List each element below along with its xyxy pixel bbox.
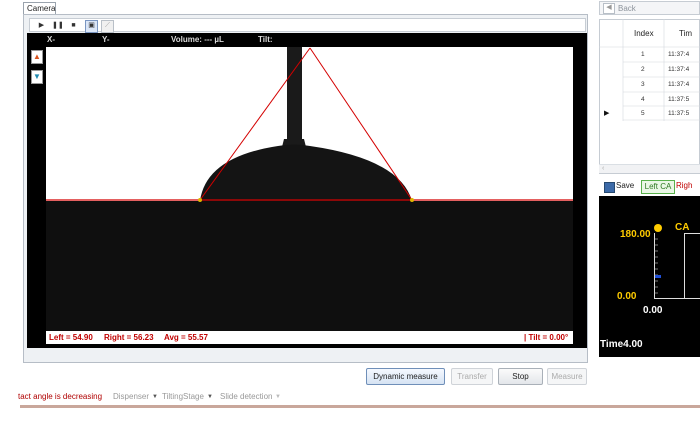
bottom-status-strip: tact angle is decreasing Dispenser ▼ Til… — [0, 388, 700, 406]
table-cell-time: 11:37:4 — [668, 51, 690, 58]
right-ca-toggle[interactable]: Righ — [676, 178, 692, 194]
gauge-title: CA — [675, 222, 690, 233]
stop-icon[interactable]: ■ — [68, 20, 79, 31]
gauge-x-zero-label: 0.00 — [643, 305, 663, 316]
horizontal-scrollbar[interactable]: ‹ — [599, 164, 700, 173]
table-cell-time: 11:37:4 — [668, 66, 690, 73]
table-cell-time: 11:37:5 — [668, 96, 690, 103]
stop-button[interactable]: Stop — [498, 368, 543, 385]
measure-button[interactable]: Measure — [547, 368, 587, 385]
current-row-indicator: ▶ — [604, 110, 610, 117]
dispenser-menu[interactable]: Dispenser — [113, 388, 149, 406]
column-header-index[interactable]: Index — [634, 29, 654, 38]
transfer-button[interactable]: Transfer — [451, 368, 493, 385]
measurement-status-bar: Left = 54.90 Right = 56.23 Avg = 55.57 |… — [46, 331, 573, 344]
tilt-readout: Tilt: — [258, 35, 273, 44]
left-contact-point[interactable] — [198, 198, 202, 202]
avg-angle-value: Avg = 55.57 — [164, 333, 208, 342]
status-message: tact angle is decreasing — [18, 392, 103, 401]
bottom-divider — [20, 405, 700, 408]
gauge-ticks — [654, 238, 661, 294]
arrow-down-icon[interactable]: ▼ — [31, 70, 43, 84]
table-cell-index: 2 — [641, 66, 645, 73]
volume-readout: Volume: --- µL — [171, 35, 224, 44]
play-icon[interactable]: ▶ — [36, 20, 47, 31]
tab-camera[interactable]: Camera — [23, 2, 56, 14]
table-cell-index: 3 — [641, 81, 645, 88]
gauge-min-label: 0.00 — [617, 291, 637, 302]
gauge-legend-dot — [654, 224, 662, 232]
back-icon[interactable]: ◀ — [603, 3, 615, 14]
gauge-time-label: Time4.00 — [600, 339, 643, 350]
table-cell-index: 4 — [641, 96, 645, 103]
image-icon[interactable]: ▣ — [85, 20, 98, 33]
camera-info-bar: X- Y- Volume: --- µL Tilt: — [27, 33, 587, 46]
table-cell-time: 11:37:4 — [668, 81, 690, 88]
slide-detection-menu[interactable]: Slide detection — [220, 388, 272, 406]
table-cell-index: 1 — [641, 51, 645, 58]
save-icon[interactable] — [604, 182, 615, 193]
table-cell-index: 5 — [641, 110, 645, 117]
x-readout: X- — [47, 35, 55, 44]
left-angle-value: Left = 54.90 — [49, 333, 93, 342]
pause-icon[interactable]: ❚❚ — [52, 20, 64, 31]
left-ca-toggle[interactable]: Left CA — [641, 180, 675, 194]
gauge-plot-frame — [684, 233, 700, 299]
dynamic-measure-button[interactable]: Dynamic measure — [366, 368, 445, 385]
right-contact-point[interactable] — [410, 198, 414, 202]
table-cell-time: 11:37:5 — [668, 110, 690, 117]
tilting-stage-menu[interactable]: TiltingStage — [162, 388, 204, 406]
chart-icon[interactable]: ⟋ — [101, 20, 114, 33]
dropdown-icon[interactable]: ▼ — [152, 388, 158, 406]
droplet-image — [46, 47, 573, 202]
gauge-max-label: 180.00 — [620, 229, 651, 240]
tilt-value: | Tilt = 0.00° — [524, 333, 569, 342]
column-header-time[interactable]: Tim — [679, 29, 692, 38]
gauge-marker — [655, 275, 661, 278]
dropdown-icon[interactable]: ▼ — [207, 388, 213, 406]
arrow-up-icon[interactable]: ▲ — [31, 50, 43, 64]
save-button[interactable]: Save — [616, 178, 634, 194]
y-readout: Y- — [102, 35, 110, 44]
camera-toolbar: ▶ ❚❚ ■ ▣ ⟋ — [29, 18, 586, 33]
right-angle-value: Right = 56.23 — [104, 333, 154, 342]
dropdown-icon[interactable]: ▼ — [275, 388, 281, 406]
